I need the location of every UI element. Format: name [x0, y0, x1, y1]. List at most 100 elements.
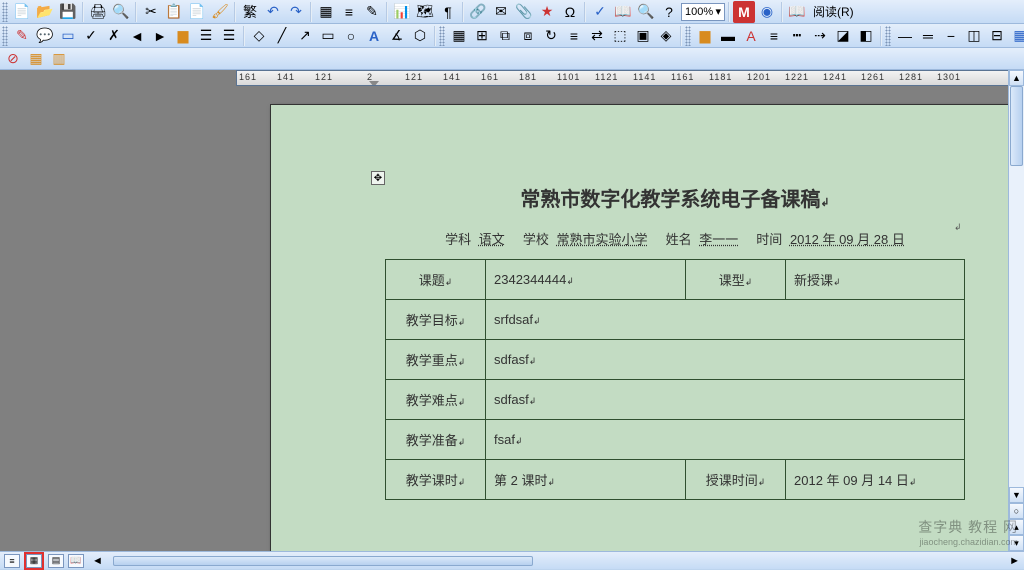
- paste-button[interactable]: 📄: [186, 1, 208, 23]
- value-cell-topic[interactable]: 2342344444↲: [486, 259, 686, 299]
- label-cell-teachtime[interactable]: 授课时间↲: [686, 459, 786, 499]
- align-button[interactable]: ≡: [563, 25, 585, 47]
- zoom-out-icon[interactable]: ◄: [92, 555, 103, 567]
- help-icon[interactable]: ◉: [756, 1, 778, 23]
- scroll-down-button[interactable]: ▼: [1009, 487, 1024, 503]
- snap-button[interactable]: ⊞: [471, 25, 493, 47]
- help-button[interactable]: ?: [658, 1, 680, 23]
- delete-comment-button[interactable]: ☰: [218, 25, 240, 47]
- line-button[interactable]: ╱: [271, 25, 293, 47]
- copy-button[interactable]: 📋: [163, 1, 185, 23]
- arrow-style-button[interactable]: ⇢: [809, 25, 831, 47]
- columns-button[interactable]: ≡: [338, 1, 360, 23]
- insert-col-button[interactable]: ═: [917, 25, 939, 47]
- reading-menu[interactable]: 阅读(R): [809, 2, 858, 22]
- text-wrap-button[interactable]: ▣: [632, 25, 654, 47]
- shadow-button[interactable]: ◪: [832, 25, 854, 47]
- value-cell-goal[interactable]: srfdsaf↲: [486, 299, 965, 339]
- reject-button[interactable]: ✗: [103, 25, 125, 47]
- balloon-button[interactable]: 💬: [34, 25, 56, 47]
- zoom-in-icon[interactable]: ►: [1009, 555, 1020, 567]
- delete-row-button[interactable]: −: [940, 25, 962, 47]
- special-char-button[interactable]: ★: [536, 1, 558, 23]
- hscroll-thumb[interactable]: [113, 556, 533, 566]
- format-painter-button[interactable]: 🖌: [209, 1, 231, 23]
- autoshapes-button[interactable]: ◇: [248, 25, 270, 47]
- label-cell-prep[interactable]: 教学准备↲: [386, 419, 486, 459]
- label-cell-period[interactable]: 教学课时↲: [386, 459, 486, 499]
- show-formatting-button[interactable]: ¶: [437, 1, 459, 23]
- drawing-button[interactable]: ✎: [361, 1, 383, 23]
- oval-button[interactable]: ○: [340, 25, 362, 47]
- group-button[interactable]: ⧉: [494, 25, 516, 47]
- insert-comment-button[interactable]: ☰: [195, 25, 217, 47]
- order-button[interactable]: ⬚: [609, 25, 631, 47]
- macro-security-button[interactable]: ⊘: [2, 48, 24, 70]
- normal-view-button[interactable]: ≡: [4, 554, 20, 568]
- document-page[interactable]: ✥ 常熟市数字化教学系统电子备课稿↲ 学科 语文 学校 常熟市: [270, 104, 1010, 551]
- text-box-button[interactable]: A: [363, 25, 385, 47]
- traditional-button[interactable]: 繁: [239, 1, 261, 23]
- value-cell-period[interactable]: 第 2 课时↲: [486, 459, 686, 499]
- scroll-track[interactable]: [1009, 86, 1024, 487]
- rotate-button[interactable]: ↻: [540, 25, 562, 47]
- open-button[interactable]: 📂: [34, 1, 56, 23]
- track-changes-button[interactable]: ✎: [11, 25, 33, 47]
- grid-button[interactable]: ▦: [448, 25, 470, 47]
- 3d-button[interactable]: ◧: [855, 25, 877, 47]
- next-page-button[interactable]: ▾: [1009, 535, 1024, 551]
- value-cell-key[interactable]: sdfasf↲: [486, 339, 965, 379]
- zoom-fit-button[interactable]: 🔍: [635, 1, 657, 23]
- wordart-button[interactable]: ∡: [386, 25, 408, 47]
- outline-view-button[interactable]: 📖: [68, 554, 84, 568]
- print-layout-view-button[interactable]: ▦: [26, 554, 42, 568]
- prev-page-button[interactable]: ▴: [1009, 519, 1024, 535]
- insert-object-button[interactable]: 📎: [513, 1, 535, 23]
- control-toolbox-button[interactable]: ▥: [48, 48, 70, 70]
- split-cells-button[interactable]: ⊟: [986, 25, 1008, 47]
- symbol-button[interactable]: Ω: [559, 1, 581, 23]
- document-map-button[interactable]: 🗺: [414, 1, 436, 23]
- new-doc-button[interactable]: 📄: [11, 1, 33, 23]
- value-cell-prep[interactable]: fsaf↲: [486, 419, 965, 459]
- word-count-button[interactable]: ✓: [589, 1, 611, 23]
- browse-object-button[interactable]: ○: [1009, 503, 1024, 519]
- hyperlink-button[interactable]: 🔗: [467, 1, 489, 23]
- print-button[interactable]: 🖨: [87, 1, 109, 23]
- label-cell-diff[interactable]: 教学难点↲: [386, 379, 486, 419]
- scroll-thumb[interactable]: [1010, 86, 1023, 166]
- scroll-up-button[interactable]: ▲: [1009, 70, 1024, 86]
- flip-button[interactable]: ⇄: [586, 25, 608, 47]
- cut-button[interactable]: ✂: [140, 1, 162, 23]
- reading-layout-icon[interactable]: 📖: [786, 1, 808, 23]
- table-move-handle[interactable]: ✥: [371, 171, 385, 185]
- line-style-button[interactable]: ≡: [763, 25, 785, 47]
- toolbar-grip[interactable]: [2, 2, 8, 22]
- border-button[interactable]: ▦: [1009, 25, 1024, 47]
- arrow-button[interactable]: ↗: [294, 25, 316, 47]
- toolbar-grip[interactable]: [685, 26, 691, 46]
- insert-table-button[interactable]: ▦: [315, 1, 337, 23]
- print-preview-button[interactable]: 🔍: [110, 1, 132, 23]
- envelope-button[interactable]: ✉: [490, 1, 512, 23]
- rectangle-button[interactable]: ▭: [317, 25, 339, 47]
- toolbar-grip[interactable]: [439, 26, 445, 46]
- research-button[interactable]: 📖: [612, 1, 634, 23]
- value-cell-type[interactable]: 新授课↲: [786, 259, 965, 299]
- accept-button[interactable]: ✓: [80, 25, 102, 47]
- label-cell-type[interactable]: 课型↲: [686, 259, 786, 299]
- dash-style-button[interactable]: ┅: [786, 25, 808, 47]
- hscroll-track[interactable]: [113, 556, 999, 566]
- ungroup-button[interactable]: ⧈: [517, 25, 539, 47]
- vb-editor-button[interactable]: ▦: [25, 48, 47, 70]
- font-color-button[interactable]: A: [740, 25, 762, 47]
- value-cell-diff[interactable]: sdfasf↲: [486, 379, 965, 419]
- insert-row-button[interactable]: —: [894, 25, 916, 47]
- review-pane-button[interactable]: ▭: [57, 25, 79, 47]
- m-icon[interactable]: M: [733, 1, 755, 23]
- label-cell-key[interactable]: 教学重点↲: [386, 339, 486, 379]
- merge-cells-button[interactable]: ◫: [963, 25, 985, 47]
- edit-points-button[interactable]: ◈: [655, 25, 677, 47]
- horizontal-ruler[interactable]: 161 141 121 2 121 141 161 181 1101 1121 …: [236, 70, 1024, 86]
- toolbar-grip[interactable]: [885, 26, 891, 46]
